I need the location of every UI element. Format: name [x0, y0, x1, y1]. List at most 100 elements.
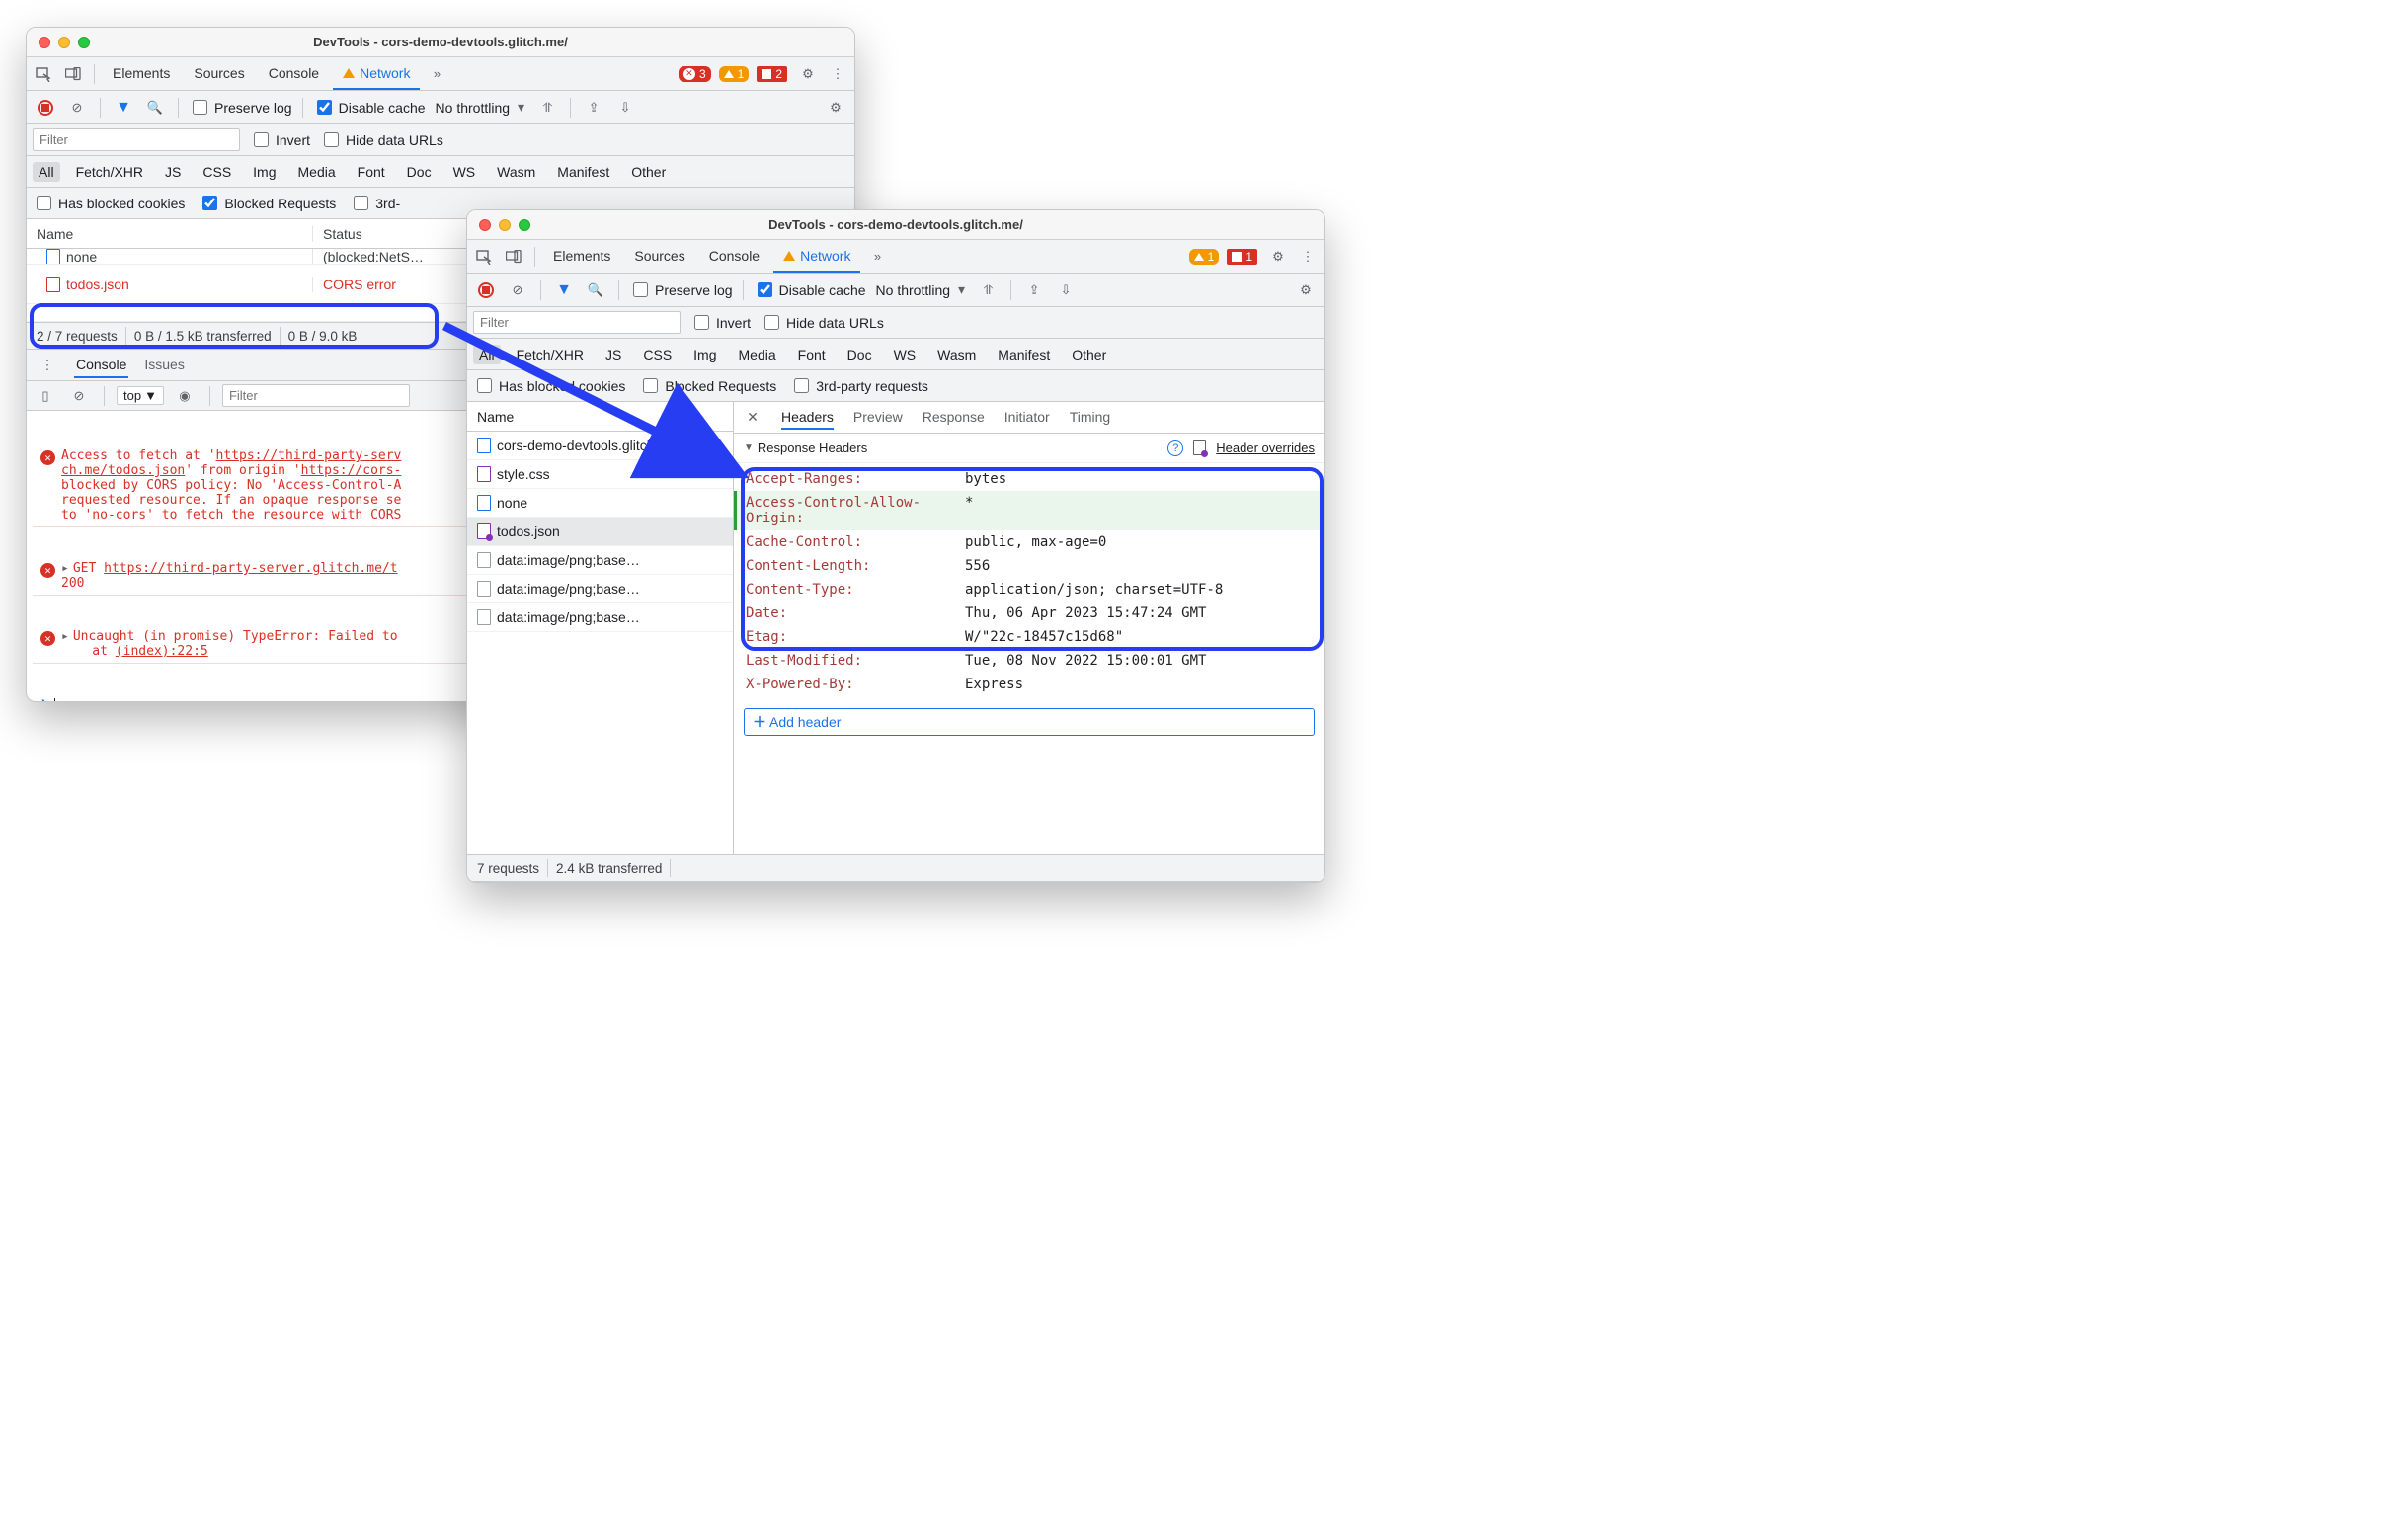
cat-all[interactable]: All — [33, 162, 60, 182]
cat-ws[interactable]: WS — [888, 345, 923, 364]
list-item[interactable]: data:image/png;base… — [467, 546, 733, 575]
upload-icon[interactable]: ⇪ — [581, 95, 606, 120]
badge-blocked[interactable]: 2 — [757, 66, 787, 82]
download-icon[interactable]: ⇩ — [1053, 278, 1079, 303]
response-headers-header[interactable]: ▼Response Headers ? Header overrides — [734, 434, 1324, 463]
cat-js[interactable]: JS — [600, 345, 627, 364]
has-blocked-cookies-checkbox[interactable]: Has blocked cookies — [473, 375, 625, 396]
console-filter-input[interactable] — [222, 384, 410, 407]
invert-checkbox[interactable]: Invert — [690, 312, 751, 333]
help-icon[interactable]: ? — [1167, 440, 1183, 456]
third-party-checkbox[interactable]: 3rd-party requests — [790, 375, 928, 396]
has-blocked-cookies-checkbox[interactable]: Has blocked cookies — [33, 193, 185, 213]
tab-response[interactable]: Response — [923, 406, 985, 430]
preserve-log-checkbox[interactable]: Preserve log — [189, 97, 292, 118]
search-icon[interactable]: 🔍 — [583, 278, 608, 303]
cat-ws[interactable]: WS — [447, 162, 482, 182]
tab-initiator[interactable]: Initiator — [1004, 406, 1050, 430]
device-icon[interactable] — [60, 61, 86, 87]
inspect-icon[interactable] — [31, 61, 56, 87]
filter-icon[interactable]: ▼ — [551, 278, 577, 303]
list-item[interactable]: data:image/png;base… — [467, 575, 733, 603]
header-overrides-link[interactable]: Header overrides — [1216, 440, 1315, 455]
cat-fetch[interactable]: Fetch/XHR — [70, 162, 149, 182]
tab-elements[interactable]: Elements — [543, 240, 620, 273]
cat-fetch[interactable]: Fetch/XHR — [511, 345, 590, 364]
invert-checkbox[interactable]: Invert — [250, 129, 310, 150]
tab-preview[interactable]: Preview — [853, 406, 903, 430]
tab-console[interactable]: Console — [699, 240, 769, 273]
upload-icon[interactable]: ⇪ — [1021, 278, 1047, 303]
cat-manifest[interactable]: Manifest — [551, 162, 615, 182]
more-tabs-icon[interactable]: » — [424, 61, 449, 87]
tab-headers[interactable]: Headers — [781, 406, 834, 430]
tab-console[interactable]: Console — [259, 57, 329, 90]
gear-icon[interactable]: ⚙ — [1265, 244, 1291, 270]
cat-media[interactable]: Media — [292, 162, 342, 182]
clear-icon[interactable]: ⊘ — [505, 278, 530, 303]
cat-css[interactable]: CSS — [197, 162, 237, 182]
hide-data-urls-checkbox[interactable]: Hide data URLs — [761, 312, 884, 333]
more-tabs-icon[interactable]: » — [864, 244, 890, 270]
wifi-icon[interactable]: ⥣ — [534, 95, 560, 120]
list-item-selected[interactable]: todos.json — [467, 518, 733, 546]
blocked-requests-checkbox[interactable]: Blocked Requests — [199, 193, 336, 213]
list-header[interactable]: Name — [467, 402, 733, 432]
badge-errors[interactable]: ✕3 — [679, 66, 711, 82]
gear-icon[interactable]: ⚙ — [823, 95, 848, 120]
cat-wasm[interactable]: Wasm — [491, 162, 541, 182]
list-item[interactable]: none — [467, 489, 733, 518]
close-icon[interactable]: ✕ — [744, 409, 762, 427]
cat-font[interactable]: Font — [792, 345, 832, 364]
device-icon[interactable] — [501, 244, 526, 270]
filter-input[interactable] — [473, 311, 681, 334]
throttling-select[interactable]: No throttling — [872, 280, 970, 300]
inspect-icon[interactable] — [471, 244, 497, 270]
badge-warnings[interactable]: 1 — [1189, 249, 1220, 265]
list-item[interactable]: data:image/png;base… — [467, 603, 733, 632]
drawer-tab-console[interactable]: Console — [74, 353, 128, 378]
cat-all[interactable]: All — [473, 345, 501, 364]
context-select[interactable]: top▼ — [117, 386, 164, 405]
preserve-log-checkbox[interactable]: Preserve log — [629, 280, 733, 300]
tab-network[interactable]: Network — [773, 240, 860, 273]
add-header-button[interactable]: ＋Add header — [744, 708, 1315, 736]
kebab-icon[interactable]: ⋮ — [825, 61, 850, 87]
cat-other[interactable]: Other — [1066, 345, 1112, 364]
sidebar-toggle-icon[interactable]: ▯ — [33, 383, 58, 409]
cat-other[interactable]: Other — [625, 162, 672, 182]
filter-input[interactable] — [33, 128, 240, 151]
tab-network[interactable]: Network — [333, 57, 420, 90]
throttling-select[interactable]: No throttling — [432, 97, 529, 118]
clear-console-icon[interactable]: ⊘ — [66, 383, 92, 409]
list-item[interactable]: cors-demo-devtools.glitch.me — [467, 432, 733, 460]
cat-doc[interactable]: Doc — [401, 162, 438, 182]
clear-icon[interactable]: ⊘ — [64, 95, 90, 120]
kebab-icon[interactable]: ⋮ — [1295, 244, 1321, 270]
download-icon[interactable]: ⇩ — [612, 95, 638, 120]
disable-cache-checkbox[interactable]: Disable cache — [754, 280, 866, 300]
badge-warnings[interactable]: 1 — [719, 66, 750, 82]
drawer-tab-issues[interactable]: Issues — [142, 353, 186, 378]
cat-media[interactable]: Media — [733, 345, 782, 364]
cat-js[interactable]: JS — [159, 162, 187, 182]
col-name[interactable]: Name — [27, 226, 313, 242]
cat-img[interactable]: Img — [247, 162, 281, 182]
filter-icon[interactable]: ▼ — [111, 95, 136, 120]
cat-css[interactable]: CSS — [637, 345, 678, 364]
blocked-requests-checkbox[interactable]: Blocked Requests — [639, 375, 776, 396]
gear-icon[interactable]: ⚙ — [1293, 278, 1319, 303]
drawer-kebab-icon[interactable]: ⋮ — [35, 353, 60, 378]
record-button[interactable] — [33, 95, 58, 120]
wifi-icon[interactable]: ⥣ — [975, 278, 1001, 303]
cat-wasm[interactable]: Wasm — [931, 345, 982, 364]
disable-cache-checkbox[interactable]: Disable cache — [313, 97, 426, 118]
live-expression-icon[interactable]: ◉ — [172, 383, 198, 409]
badge-blocked[interactable]: 1 — [1227, 249, 1257, 265]
cat-manifest[interactable]: Manifest — [992, 345, 1056, 364]
hide-data-urls-checkbox[interactable]: Hide data URLs — [320, 129, 443, 150]
record-button[interactable] — [473, 278, 499, 303]
cat-img[interactable]: Img — [687, 345, 722, 364]
gear-icon[interactable]: ⚙ — [795, 61, 821, 87]
third-party-checkbox[interactable]: 3rd- — [350, 193, 400, 213]
